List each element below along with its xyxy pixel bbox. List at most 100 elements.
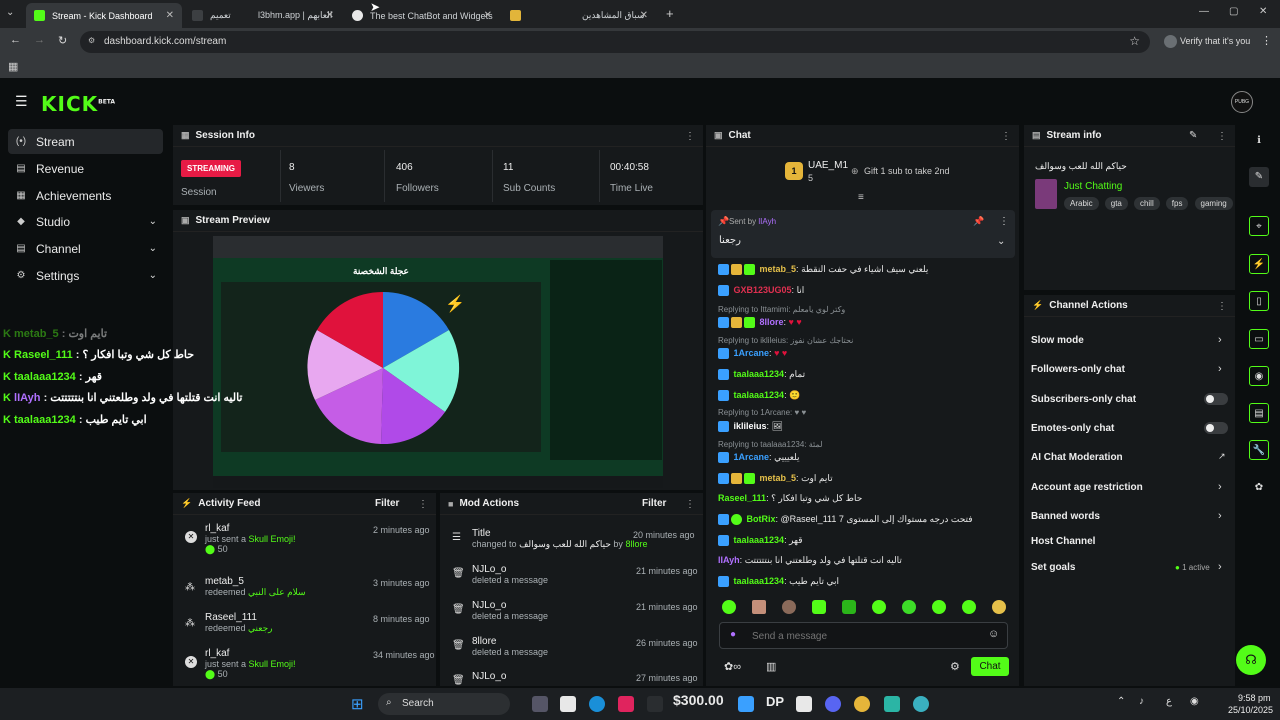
new-tab-button[interactable]: + — [666, 6, 674, 21]
emote-icon[interactable] — [722, 600, 736, 614]
emote-icon[interactable] — [992, 600, 1006, 614]
send-chat-button[interactable]: Chat — [971, 657, 1009, 676]
more-icon[interactable]: ⋮ — [1217, 131, 1227, 142]
broadcast-icon[interactable]: ◉ — [1249, 366, 1269, 386]
close-tab-icon[interactable]: ✕ — [326, 10, 334, 21]
chat-user[interactable]: 1Arcane — [734, 348, 770, 358]
sidebar-item-achievements[interactable]: ▦ Achievements — [8, 183, 163, 208]
menu-icon[interactable]: ☰ — [15, 93, 28, 110]
edge-icon[interactable] — [589, 696, 605, 712]
emote-icon[interactable] — [872, 600, 886, 614]
tag-pill[interactable]: gta — [1104, 197, 1128, 210]
tag-pill[interactable]: chill — [1133, 197, 1160, 210]
close-tab-icon[interactable]: ✕ — [640, 10, 648, 21]
tag-pill[interactable]: Arabic — [1064, 197, 1099, 210]
discord-icon[interactable] — [825, 696, 841, 712]
tab-list-chevron-icon[interactable]: ⌄ — [6, 7, 14, 18]
info-icon[interactable]: ℹ — [1249, 131, 1269, 151]
chrome-icon[interactable] — [854, 696, 870, 712]
chat-user[interactable]: BotRix — [747, 514, 776, 524]
chat-user[interactable]: metab_5 — [760, 473, 797, 483]
file-icon[interactable] — [560, 696, 576, 712]
close-window-icon[interactable]: ✕ — [1259, 6, 1267, 17]
external-link-icon[interactable]: ↗ — [1218, 451, 1226, 462]
chat-input[interactable] — [752, 628, 972, 644]
kick-points-icon[interactable]: ✿∞ — [724, 660, 741, 673]
more-icon[interactable]: ⋮ — [418, 499, 428, 510]
chat-user[interactable]: taalaaa1234 — [734, 535, 785, 545]
chat-user[interactable]: taalaaa1234 — [734, 390, 785, 400]
kick-logo[interactable]: KICKBETA — [41, 92, 115, 116]
emotes-only-item[interactable]: Emotes-only chat — [1031, 423, 1114, 434]
set-goals-item[interactable]: Set goals — [1031, 562, 1075, 573]
edit-icon[interactable]: ✎ — [1249, 167, 1269, 187]
chat-user[interactable]: metab_5 — [760, 264, 797, 274]
emote-icon[interactable] — [782, 600, 796, 614]
chevron-right-icon[interactable]: › — [1218, 481, 1222, 493]
user-avatar[interactable]: PUBG — [1231, 91, 1253, 113]
category-label[interactable]: Just Chatting — [1064, 181, 1122, 192]
mic-icon[interactable]: ● — [730, 629, 736, 640]
emoji-icon[interactable]: ☺ — [988, 628, 999, 640]
tab-6[interactable]: سباق المشاهدين ✕ — [574, 3, 656, 28]
obs-icon[interactable] — [884, 696, 900, 712]
account-age-item[interactable]: Account age restriction — [1031, 482, 1143, 493]
connections-icon[interactable]: ✿ — [1249, 478, 1269, 498]
filter-button[interactable]: Filter — [642, 498, 666, 509]
close-tab-icon[interactable]: ✕ — [484, 10, 492, 21]
tiktok-icon[interactable] — [618, 696, 634, 712]
unpin-icon[interactable]: 📌 — [973, 216, 984, 227]
tab-kick-dashboard[interactable]: Stream - Kick Dashboard ✕ — [26, 3, 182, 28]
sidebar-item-stream[interactable]: (•) Stream — [8, 129, 163, 154]
chat-settings-icon[interactable]: ⚙ — [950, 660, 960, 673]
address-bar[interactable]: ⚙ dashboard.kick.com/stream ☆ — [80, 31, 1150, 53]
more-icon[interactable]: ⋮ — [999, 216, 1009, 227]
language-indicator[interactable]: ع — [1166, 696, 1172, 707]
tab-3[interactable]: l3bhm.app | العابهم ✕ — [250, 3, 342, 28]
followers-only-item[interactable]: Followers-only chat — [1031, 364, 1125, 375]
site-info-icon[interactable]: ⚙ — [88, 36, 95, 45]
chevron-right-icon[interactable]: › — [1218, 510, 1222, 522]
sidebar-item-revenue[interactable]: ▤ Revenue — [8, 156, 163, 181]
subscribers-only-toggle[interactable] — [1204, 393, 1228, 405]
emote-icon[interactable] — [812, 600, 826, 614]
clipboard-icon[interactable]: ▯ — [1249, 291, 1269, 311]
emote-icon[interactable] — [842, 600, 856, 614]
filter-button[interactable]: Filter — [375, 498, 399, 509]
emotes-only-toggle[interactable] — [1204, 422, 1228, 434]
more-icon[interactable]: ⋮ — [1217, 301, 1227, 312]
money-widget[interactable]: $300.00 — [673, 692, 724, 708]
chevron-down-icon[interactable]: ⌄ — [997, 236, 1005, 247]
close-tab-icon[interactable]: ✕ — [166, 10, 174, 21]
maximize-icon[interactable]: ▢ — [1229, 6, 1238, 17]
wrench-icon[interactable]: 🔧 — [1249, 440, 1269, 460]
edit-pencil-icon[interactable]: ✎ — [1189, 130, 1197, 141]
banned-words-item[interactable]: Banned words — [1031, 511, 1100, 522]
reload-icon[interactable]: ↻ — [58, 34, 67, 47]
chat-bubble-icon[interactable]: ▭ — [1249, 329, 1269, 349]
chat-user[interactable]: GXB123UG05 — [734, 285, 792, 295]
stream-video[interactable]: عجلة الشخصنة ⚡ — [213, 236, 663, 488]
more-menu-icon[interactable]: ⋮ — [1261, 34, 1272, 47]
emote-icon[interactable] — [962, 600, 976, 614]
tag-pill[interactable]: gaming — [1194, 197, 1233, 210]
tag-pill[interactable]: fps — [1165, 197, 1189, 210]
app-icon[interactable] — [738, 696, 754, 712]
sidebar-item-settings[interactable]: ⚙ Settings ⌄ — [8, 263, 163, 288]
clock-time[interactable]: 9:58 pm — [1238, 693, 1271, 703]
chat-user[interactable]: taalaaa1234 — [734, 369, 785, 379]
subscribers-only-item[interactable]: Subscribers-only chat — [1031, 394, 1136, 405]
dp-app-icon[interactable]: DP — [766, 694, 784, 709]
slow-mode-item[interactable]: Slow mode — [1031, 335, 1084, 346]
tab-chatbot[interactable]: The best ChatBot and Widgets ✕ — [344, 3, 500, 28]
profile-chip[interactable]: Verify that it's you — [1160, 32, 1252, 52]
chat-user[interactable]: 8llore — [760, 317, 784, 327]
gift-box-icon[interactable]: ▥ — [766, 660, 776, 673]
pinned-message[interactable]: 📌 Sent by lIAyh رجعنا 📌 ⋮ ⌄ — [711, 210, 1015, 258]
chevron-right-icon[interactable]: › — [1218, 561, 1222, 573]
app-icon[interactable] — [796, 696, 812, 712]
chat-user[interactable]: lIAyh — [718, 555, 740, 565]
chat-input-box[interactable]: ● ☺ — [719, 622, 1008, 649]
app-icon[interactable] — [913, 696, 929, 712]
sidebar-item-channel[interactable]: ▤ Channel ⌄ — [8, 236, 163, 261]
